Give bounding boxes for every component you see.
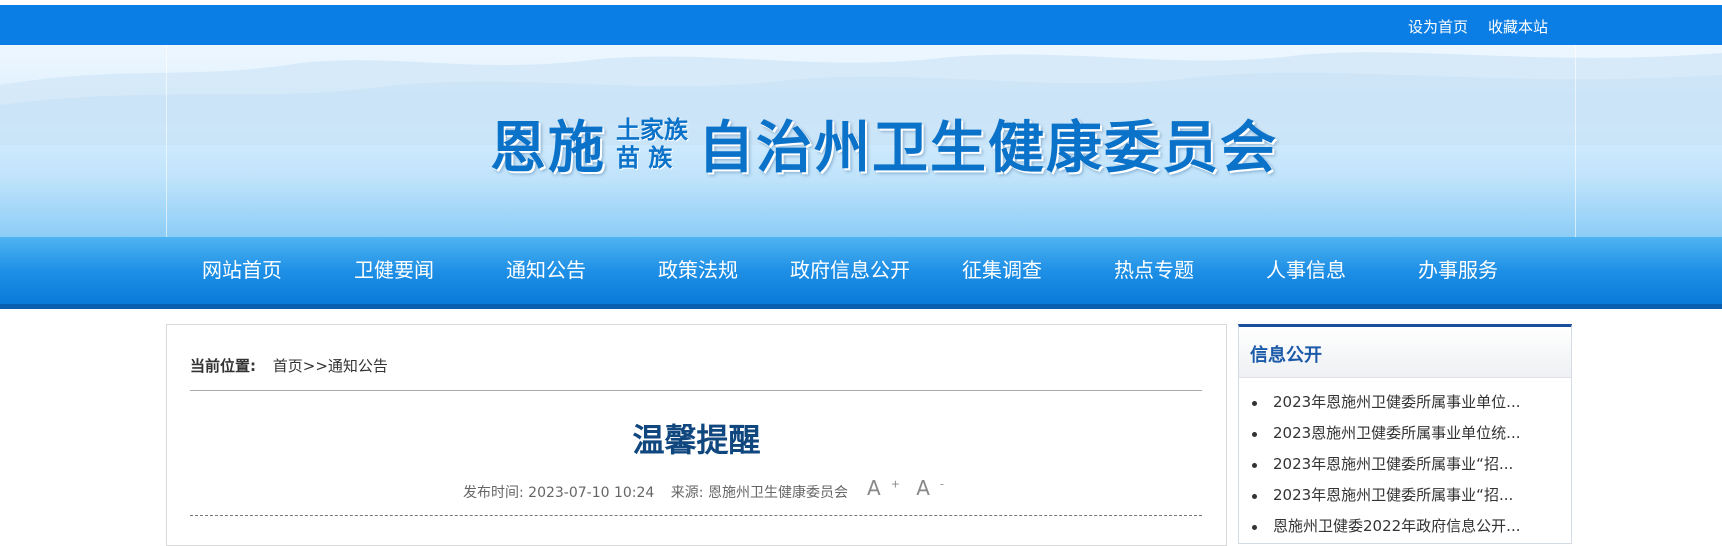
nav-item-health-news[interactable]: 卫健要闻 xyxy=(318,237,470,304)
sidebar-header: 信息公开 xyxy=(1239,327,1571,378)
title-part-2: 自治州卫生健康委员会 xyxy=(698,115,1278,181)
nav-item-notices[interactable]: 通知公告 xyxy=(470,237,622,304)
list-item[interactable]: 2023年恩施州卫健委所属事业“招... xyxy=(1239,449,1571,480)
publish-time: 发布时间: 2023-07-10 10:24 xyxy=(463,485,655,501)
article-meta: 发布时间: 2023-07-10 10:24 来源: 恩施州卫生健康委员会 xyxy=(463,482,860,502)
main-nav: 网站首页 卫健要闻 通知公告 政策法规 政府信息公开 征集调查 热点专题 人事信… xyxy=(0,237,1722,309)
dashed-divider xyxy=(190,515,1202,516)
nav-item-gov-info[interactable]: 政府信息公开 xyxy=(774,237,926,304)
nav-item-policies[interactable]: 政策法规 xyxy=(622,237,774,304)
breadcrumb-path[interactable]: 首页>>通知公告 xyxy=(273,357,388,375)
title-small-line-2: 苗 族 xyxy=(616,142,673,172)
sidebar-list: 2023年恩施州卫健委所属事业单位... 2023恩施州卫健委所属事业单位统..… xyxy=(1239,387,1571,542)
font-increase-button[interactable]: A + xyxy=(867,476,900,500)
set-home-link[interactable]: 设为首页 xyxy=(1408,16,1468,37)
bookmark-link[interactable]: 收藏本站 xyxy=(1488,16,1548,37)
nav-item-services[interactable]: 办事服务 xyxy=(1382,237,1534,304)
font-size-controls: A + A- xyxy=(867,476,954,500)
list-item[interactable]: 恩施州卫健委2022年政府信息公开... xyxy=(1239,511,1571,542)
breadcrumb-label: 当前位置: xyxy=(190,357,256,375)
site-banner: 恩施 土家族 苗 族 自治州卫生健康委员会 xyxy=(0,45,1722,237)
article-source: 来源: 恩施州卫生健康委员会 xyxy=(670,485,848,501)
site-title: 恩施 土家族 苗 族 自治州卫生健康委员会 xyxy=(490,103,1278,184)
divider xyxy=(190,390,1202,391)
nav-item-topics[interactable]: 热点专题 xyxy=(1078,237,1230,304)
article-title: 温馨提醒 xyxy=(632,421,761,459)
nav-item-personnel[interactable]: 人事信息 xyxy=(1230,237,1382,304)
top-bar: 设为首页 收藏本站 xyxy=(0,5,1722,45)
nav-item-home[interactable]: 网站首页 xyxy=(166,237,318,304)
list-item[interactable]: 2023年恩施州卫健委所属事业“招... xyxy=(1239,480,1571,511)
info-sidebar: 信息公开 2023年恩施州卫健委所属事业单位... 2023恩施州卫健委所属事业… xyxy=(1238,324,1572,544)
title-part-1: 恩施 xyxy=(490,115,606,181)
list-item[interactable]: 2023年恩施州卫健委所属事业单位... xyxy=(1239,387,1571,418)
breadcrumb: 当前位置: 首页>>通知公告 xyxy=(190,355,388,376)
nav-item-survey[interactable]: 征集调查 xyxy=(926,237,1078,304)
article-panel: 当前位置: 首页>>通知公告 温馨提醒 发布时间: 2023-07-10 10:… xyxy=(166,324,1227,546)
list-item[interactable]: 2023恩施州卫健委所属事业单位统... xyxy=(1239,418,1571,449)
sidebar-heading[interactable]: 信息公开 xyxy=(1250,341,1322,367)
title-small: 土家族 苗 族 xyxy=(616,114,688,172)
font-decrease-button[interactable]: A- xyxy=(916,476,944,500)
title-small-line-1: 土家族 xyxy=(616,114,688,144)
